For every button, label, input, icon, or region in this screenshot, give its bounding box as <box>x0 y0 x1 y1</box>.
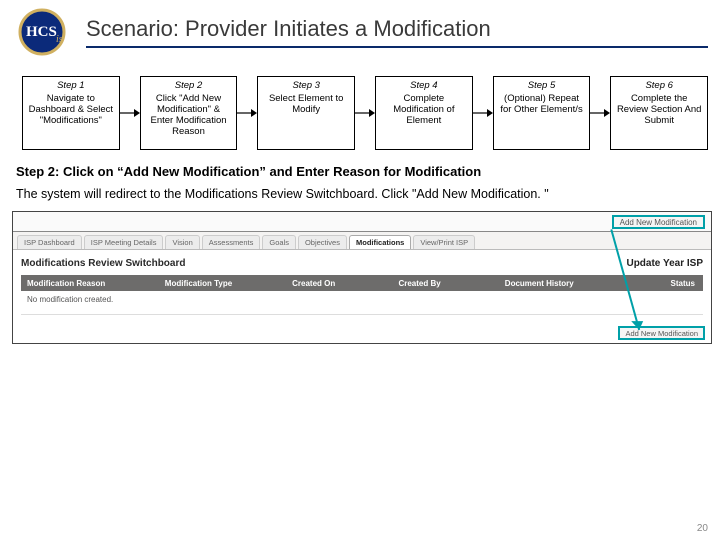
add-new-modification-button-bottom[interactable]: Add New Modification <box>618 326 705 340</box>
screenshot-mock: Add New Modification ISP Dashboard ISP M… <box>12 211 712 344</box>
arrow-icon <box>355 76 375 150</box>
arrow-icon <box>473 76 493 150</box>
tab-objectives[interactable]: Objectives <box>298 235 347 249</box>
panel-title: Modifications Review Switchboard <box>21 258 626 269</box>
table-header: Modification Reason Modification Type Cr… <box>21 275 703 291</box>
tab-assessments[interactable]: Assessments <box>202 235 261 249</box>
step-box-3: Step 3 Select Element to Modify <box>257 76 355 150</box>
col-modification-reason: Modification Reason <box>21 279 159 288</box>
col-created-by: Created By <box>392 279 498 288</box>
col-document-history: Document History <box>499 279 626 288</box>
page-number: 20 <box>697 523 708 534</box>
screenshot-toolbar: Add New Modification <box>13 212 711 232</box>
step-box-1: Step 1 Navigate to Dashboard & Select "M… <box>22 76 120 150</box>
step-box-2: Step 2 Click "Add New Modification" & En… <box>140 76 238 150</box>
arrow-icon <box>590 76 610 150</box>
tab-isp-meeting-details[interactable]: ISP Meeting Details <box>84 235 164 249</box>
screenshot-tabs: ISP Dashboard ISP Meeting Details Vision… <box>13 232 711 250</box>
tab-isp-dashboard[interactable]: ISP Dashboard <box>17 235 82 249</box>
col-created-on: Created On <box>286 279 392 288</box>
hcsis-logo: HCS is <box>12 8 76 56</box>
col-status: Status <box>626 279 703 288</box>
tab-goals[interactable]: Goals <box>262 235 296 249</box>
svg-text:HCS: HCS <box>26 24 57 40</box>
add-new-modification-button-top[interactable]: Add New Modification <box>612 215 705 229</box>
step-box-4: Step 4 Complete Modification of Element <box>375 76 473 150</box>
step-box-5: Step 5 (Optional) Repeat for Other Eleme… <box>493 76 591 150</box>
tab-vision[interactable]: Vision <box>165 235 199 249</box>
tab-view-print-isp[interactable]: View/Print ISP <box>413 235 475 249</box>
slide-header: HCS is Scenario: Provider Initiates a Mo… <box>12 8 708 56</box>
panel-right-label: Update Year ISP <box>626 258 703 269</box>
step-flow: Step 1 Navigate to Dashboard & Select "M… <box>22 76 708 150</box>
step-box-6: Step 6 Complete the Review Section And S… <box>610 76 708 150</box>
table-empty-row: No modification created. <box>21 291 703 315</box>
page-title: Scenario: Provider Initiates a Modificat… <box>86 16 708 48</box>
step-instruction: Step 2: Click on “Add New Modification” … <box>16 164 708 179</box>
tab-modifications[interactable]: Modifications <box>349 235 411 249</box>
arrow-icon <box>120 76 140 150</box>
step-body: The system will redirect to the Modifica… <box>16 187 708 201</box>
arrow-icon <box>237 76 257 150</box>
col-modification-type: Modification Type <box>159 279 286 288</box>
svg-text:is: is <box>56 34 63 45</box>
